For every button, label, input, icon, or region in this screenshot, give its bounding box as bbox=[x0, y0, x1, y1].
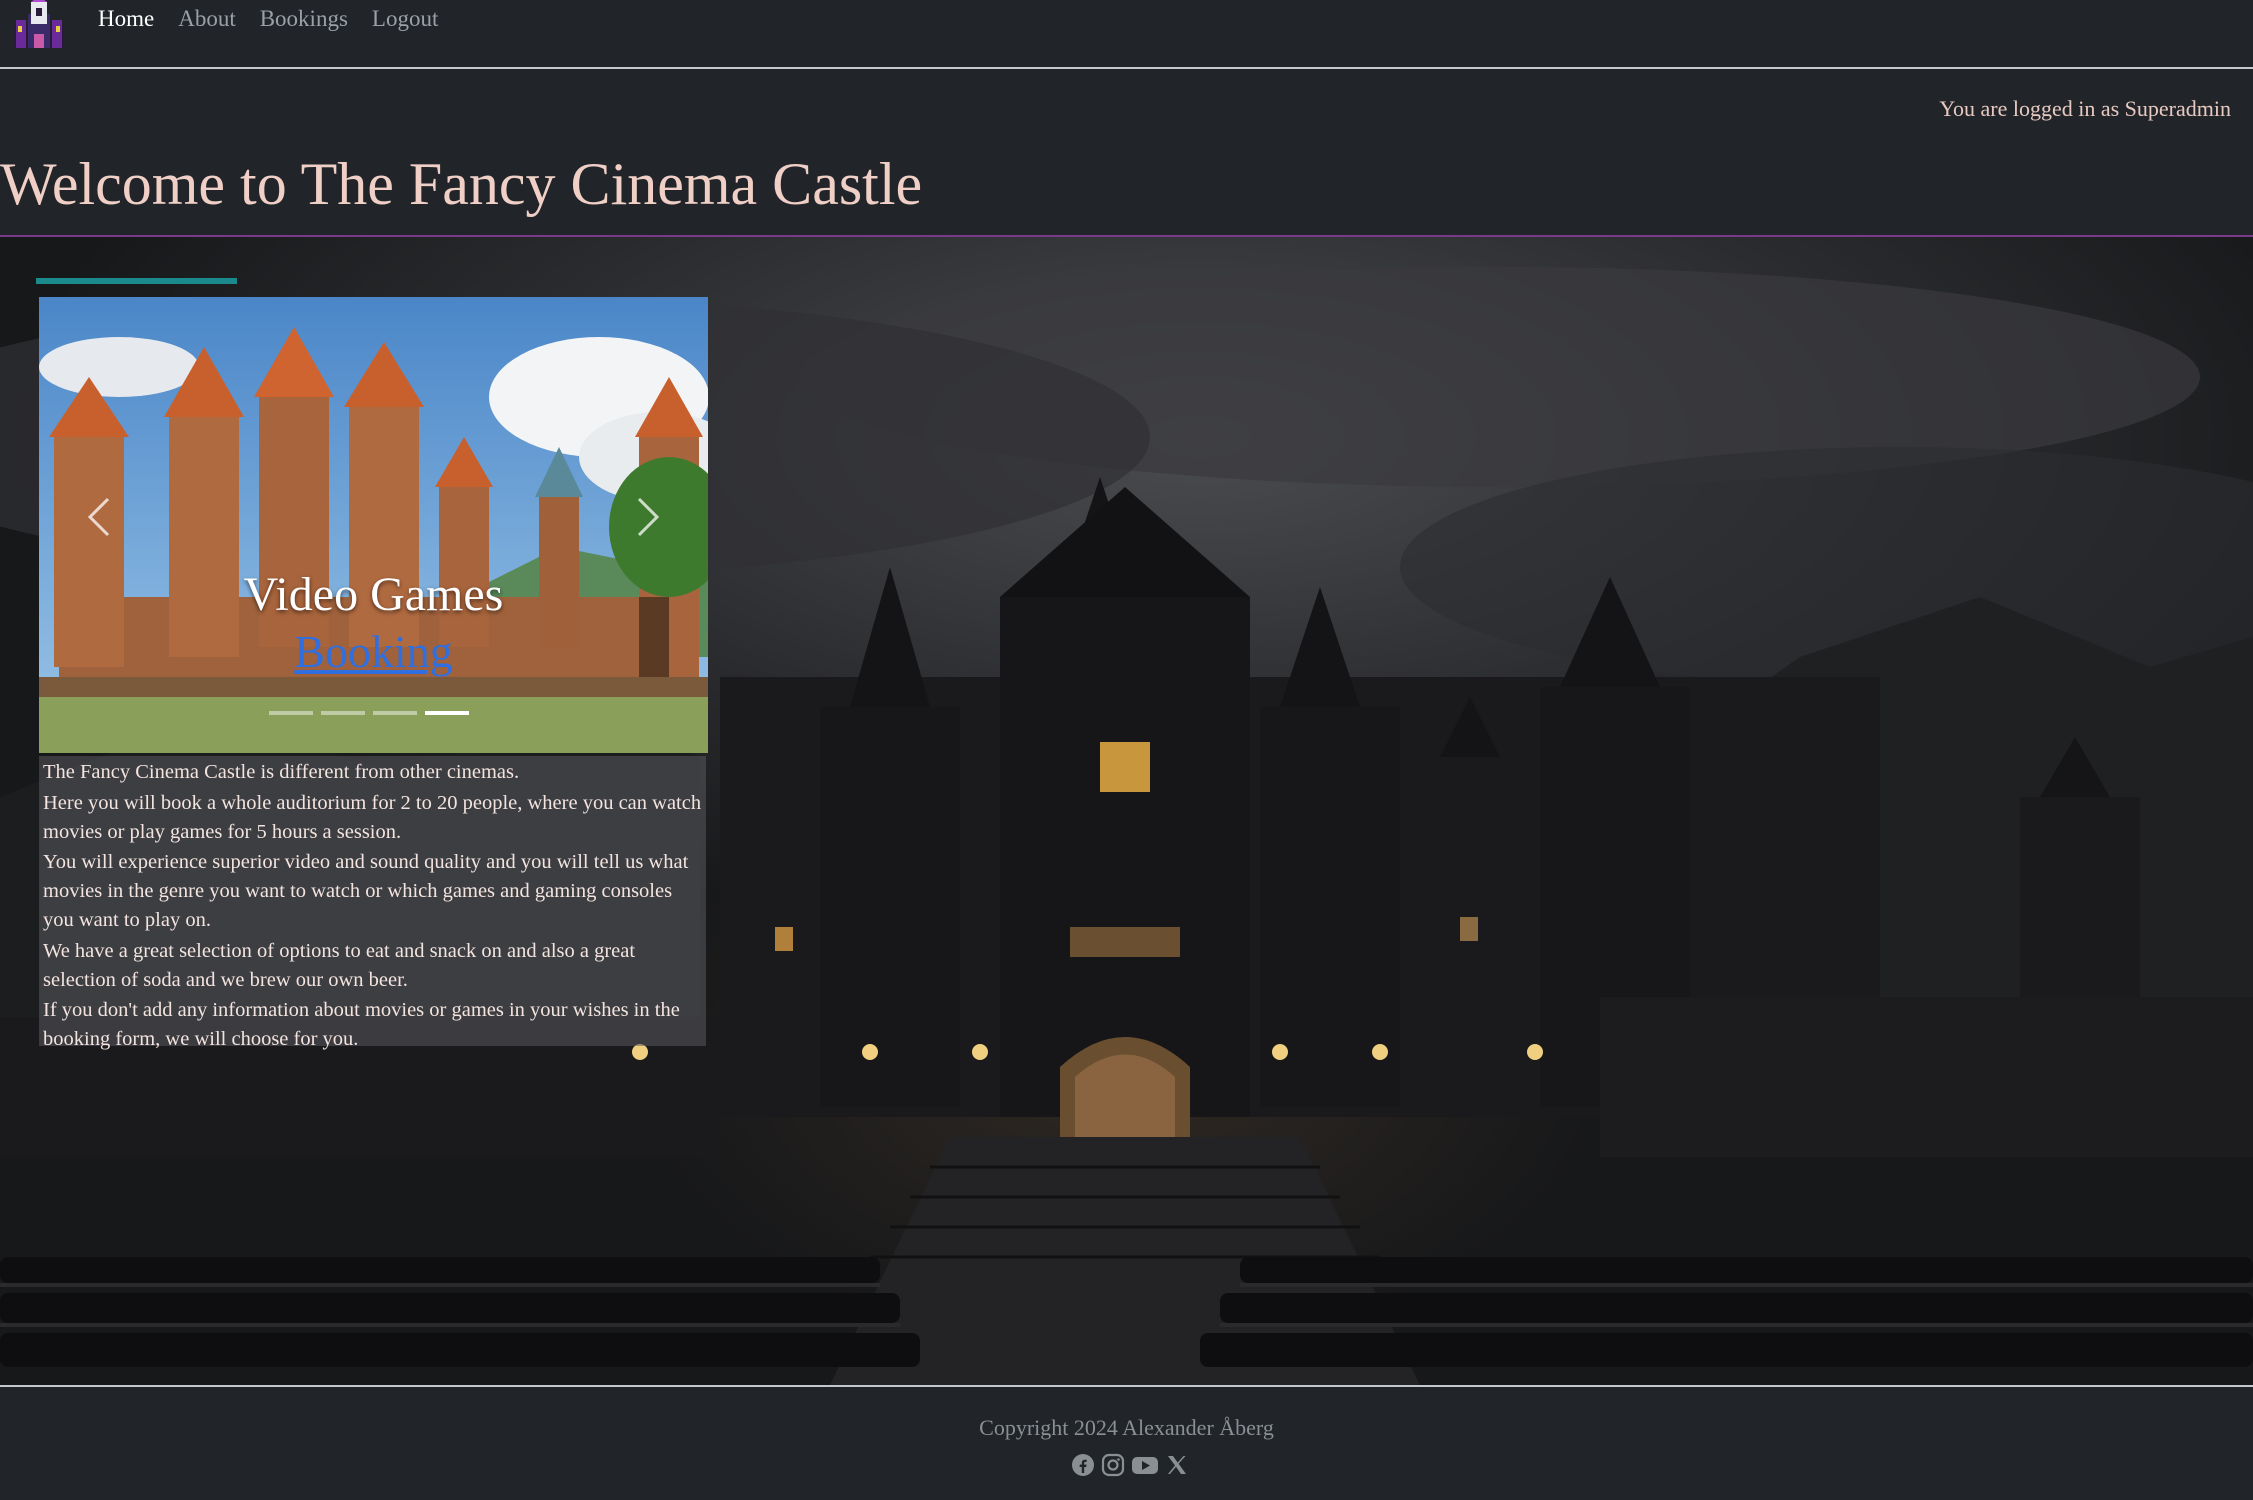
facebook-icon[interactable] bbox=[1071, 1453, 1095, 1477]
footer: Copyright 2024 Alexander Åberg bbox=[0, 1385, 2253, 1500]
carousel-indicator[interactable] bbox=[321, 711, 365, 715]
intro-paragraph: You will experience superior video and s… bbox=[43, 851, 689, 931]
chevron-left-icon bbox=[87, 497, 110, 537]
intro-paragraph: The Fancy Cinema Castle is different fro… bbox=[43, 761, 520, 783]
nav-logout-link[interactable]: Logout bbox=[372, 6, 438, 32]
intro-paragraph: We have a great selection of options to … bbox=[43, 939, 636, 991]
x-twitter-icon[interactable] bbox=[1165, 1453, 1189, 1477]
youtube-icon[interactable] bbox=[1131, 1453, 1159, 1477]
nav-menu: Home About Bookings Logout bbox=[98, 6, 438, 32]
chevron-right-icon bbox=[637, 497, 660, 537]
carousel-next-button[interactable] bbox=[618, 487, 678, 547]
carousel-indicator[interactable] bbox=[373, 711, 417, 715]
intro-paragraph: Here you will book a whole auditorium fo… bbox=[43, 791, 702, 843]
nav-home-link[interactable]: Home bbox=[98, 6, 154, 32]
carousel-caption-title: Video Games bbox=[243, 568, 504, 621]
carousel: Video Games Booking bbox=[39, 297, 708, 753]
carousel-booking-link[interactable]: Booking bbox=[39, 625, 708, 678]
nav-about-link[interactable]: About bbox=[178, 6, 236, 32]
castle-logo-icon[interactable] bbox=[14, 0, 64, 48]
page-title: Welcome to The Fancy Cinema Castle bbox=[0, 151, 923, 217]
navbar: Home About Bookings Logout bbox=[0, 0, 2253, 69]
login-status: You are logged in as Superadmin bbox=[1939, 96, 2231, 121]
social-links bbox=[1071, 1453, 1189, 1477]
instagram-icon[interactable] bbox=[1101, 1453, 1125, 1477]
carousel-indicators bbox=[269, 711, 469, 715]
intro-paragraph: If you don't add any information about m… bbox=[43, 999, 680, 1051]
accent-bar bbox=[36, 278, 237, 284]
copyright-text: Copyright 2024 Alexander Åberg bbox=[979, 1415, 1274, 1440]
carousel-indicator[interactable] bbox=[269, 711, 313, 715]
sunny-castle-slide-image bbox=[39, 297, 708, 753]
nav-bookings-link[interactable]: Bookings bbox=[260, 6, 348, 32]
carousel-prev-button[interactable] bbox=[69, 487, 129, 547]
carousel-indicator-active[interactable] bbox=[425, 711, 469, 715]
intro-text-box: The Fancy Cinema Castle is different fro… bbox=[39, 756, 706, 1050]
